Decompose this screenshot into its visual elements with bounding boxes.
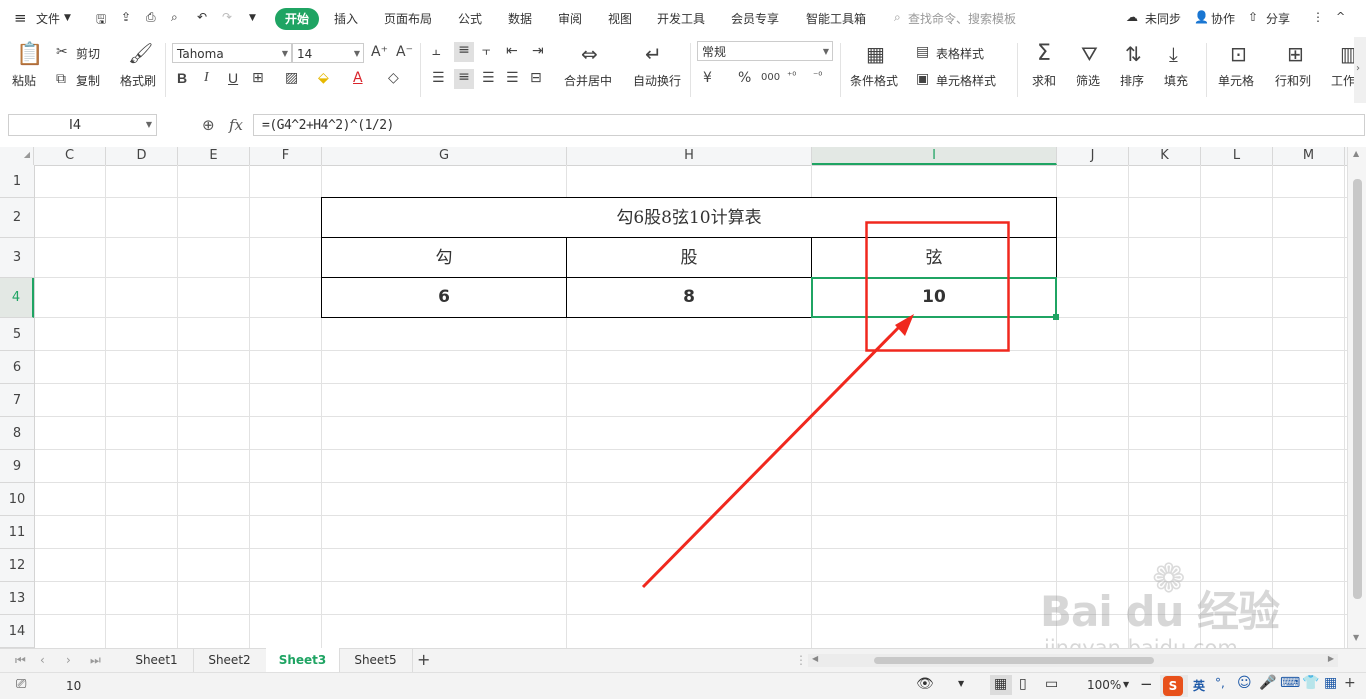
- annotation-overlay: [641, 221, 1010, 589]
- page-layout-view-icon[interactable]: ▯: [1019, 676, 1027, 692]
- arrow-icon: [895, 314, 914, 336]
- chevron-down-icon[interactable]: ▼: [958, 679, 964, 688]
- emoji-icon[interactable]: ☺: [1237, 675, 1252, 691]
- prev-sheet-icon[interactable]: ‹: [40, 653, 45, 667]
- vertical-scrollbar[interactable]: ▲ ▼: [1347, 147, 1366, 648]
- scroll-left-icon[interactable]: ◀: [812, 654, 818, 663]
- zoom-in-icon[interactable]: +: [1344, 675, 1356, 691]
- eye-protection-icon[interactable]: 👁: [916, 676, 934, 692]
- scroll-up-icon[interactable]: ▲: [1353, 149, 1359, 158]
- mic-icon[interactable]: 🎤: [1259, 675, 1276, 691]
- horizontal-scrollbar[interactable]: ◀ ▶: [808, 654, 1338, 667]
- sheet-tab-bar: ⏮ ‹ › ⏭ Sheet1 Sheet2 Sheet3 Sheet5 + ⋮ …: [0, 648, 1366, 673]
- add-sheet-icon[interactable]: +: [417, 650, 430, 669]
- split-handle-icon[interactable]: ⋮: [795, 653, 807, 667]
- sheet-tab-1[interactable]: Sheet1: [120, 649, 194, 672]
- sheet-tab-2[interactable]: Sheet2: [193, 649, 267, 672]
- zoom-out-icon[interactable]: −: [1140, 675, 1153, 693]
- sogou-icon: S: [1163, 676, 1183, 696]
- keyboard-icon[interactable]: ⌨: [1280, 675, 1300, 691]
- last-sheet-icon[interactable]: ⏭: [90, 653, 101, 668]
- normal-view-button[interactable]: ▦: [990, 675, 1012, 695]
- hscroll-thumb[interactable]: [874, 657, 1154, 664]
- scrollbar-thumb[interactable]: [1353, 179, 1362, 599]
- ime-language[interactable]: 英: [1193, 677, 1205, 694]
- zoom-level[interactable]: 100%: [1087, 678, 1121, 692]
- scroll-right-icon[interactable]: ▶: [1328, 654, 1334, 663]
- macro-record-icon[interactable]: ⎚: [16, 677, 26, 692]
- toolbox-icon[interactable]: ▦: [1324, 675, 1337, 691]
- next-sheet-icon[interactable]: ›: [66, 653, 71, 667]
- sheet-tab-5[interactable]: Sheet5: [339, 649, 413, 672]
- status-bar: ⎚ 10 👁 ▼ ▦ ▯ ▭ 100% ▼ − S 英 °, ☺ 🎤 ⌨ 👕 ▦…: [0, 672, 1366, 699]
- annotation-arrow-line: [641, 322, 904, 589]
- chevron-down-icon[interactable]: ▼: [1123, 680, 1129, 689]
- punctuation-icon[interactable]: °,: [1215, 676, 1225, 690]
- skin-icon[interactable]: 👕: [1302, 675, 1319, 691]
- status-value: 10: [66, 679, 82, 693]
- grid-view-icon: ▦: [994, 676, 1008, 692]
- sheet-tab-3-active[interactable]: Sheet3: [266, 648, 340, 672]
- page-break-view-icon[interactable]: ▭: [1045, 676, 1058, 692]
- ime-toolbar[interactable]: S: [1160, 675, 1188, 697]
- annotation-box: [865, 221, 1010, 352]
- first-sheet-icon[interactable]: ⏮: [15, 653, 26, 668]
- scroll-down-icon[interactable]: ▼: [1353, 633, 1359, 642]
